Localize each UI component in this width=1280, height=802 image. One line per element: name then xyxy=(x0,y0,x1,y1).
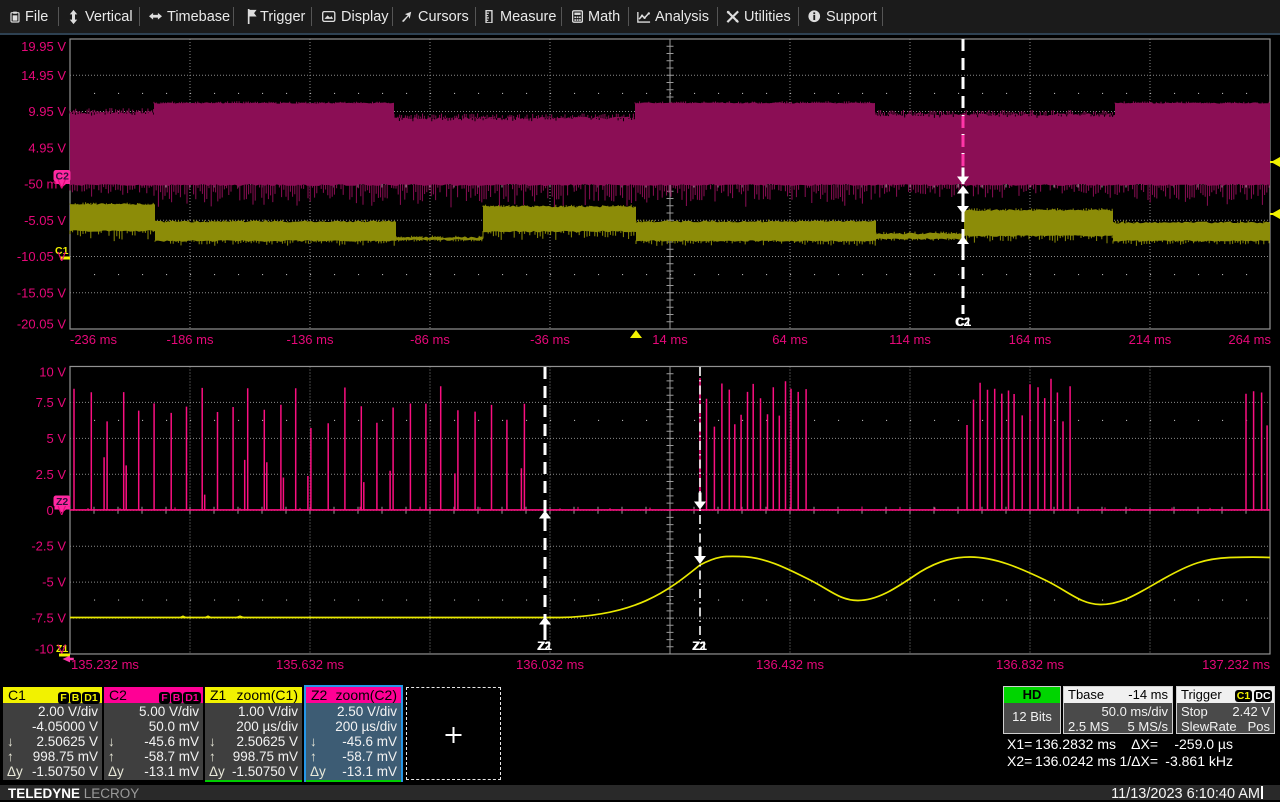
svg-text:164 ms: 164 ms xyxy=(1009,332,1052,347)
svg-text:19.95 V: 19.95 V xyxy=(21,39,66,54)
svg-text:-15.05 V: -15.05 V xyxy=(17,285,66,300)
svg-text:136.432 ms: 136.432 ms xyxy=(756,657,824,672)
svg-text:-136 ms: -136 ms xyxy=(287,332,334,347)
svg-text:Z2: Z2 xyxy=(537,639,551,653)
svg-text:7.5 V: 7.5 V xyxy=(36,395,67,410)
svg-text:-236 ms: -236 ms xyxy=(70,332,117,347)
svg-text:64 ms: 64 ms xyxy=(772,332,808,347)
svg-text:-2.5 V: -2.5 V xyxy=(31,539,66,554)
svg-text:135.632 ms: 135.632 ms xyxy=(276,657,344,672)
svg-text:-186 ms: -186 ms xyxy=(167,332,214,347)
svg-text:14 ms: 14 ms xyxy=(652,332,688,347)
svg-text:-5.05 V: -5.05 V xyxy=(24,213,66,228)
svg-text:136.032 ms: 136.032 ms xyxy=(516,657,584,672)
svg-text:135.232 ms: 135.232 ms xyxy=(71,657,139,672)
svg-text:214 ms: 214 ms xyxy=(1129,332,1172,347)
svg-text:14.95 V: 14.95 V xyxy=(21,68,66,83)
svg-text:4.95 V: 4.95 V xyxy=(28,140,66,155)
svg-text:-36 ms: -36 ms xyxy=(530,332,570,347)
svg-text:137.232 ms: 137.232 ms xyxy=(1202,657,1270,672)
svg-text:5 V: 5 V xyxy=(46,431,66,446)
svg-text:Z2: Z2 xyxy=(692,639,706,653)
svg-text:-50 mV: -50 mV xyxy=(24,177,66,192)
svg-text:136.832 ms: 136.832 ms xyxy=(996,657,1064,672)
svg-text:-20.05 V: -20.05 V xyxy=(17,317,66,332)
svg-text:-7.5 V: -7.5 V xyxy=(31,611,66,626)
svg-text:-5 V: -5 V xyxy=(42,575,66,590)
svg-text:-86 ms: -86 ms xyxy=(410,332,450,347)
svg-text:-10 V: -10 V xyxy=(35,642,66,657)
svg-text:10 V: 10 V xyxy=(39,365,66,380)
svg-text:2.5 V: 2.5 V xyxy=(36,467,67,482)
svg-text:C2: C2 xyxy=(955,315,971,329)
svg-text:114 ms: 114 ms xyxy=(889,332,931,347)
svg-text:9.95 V: 9.95 V xyxy=(28,104,66,119)
svg-text:0 V: 0 V xyxy=(46,503,66,518)
svg-text:264 ms: 264 ms xyxy=(1228,332,1271,347)
svg-text:-10.05 V: -10.05 V xyxy=(17,249,66,264)
